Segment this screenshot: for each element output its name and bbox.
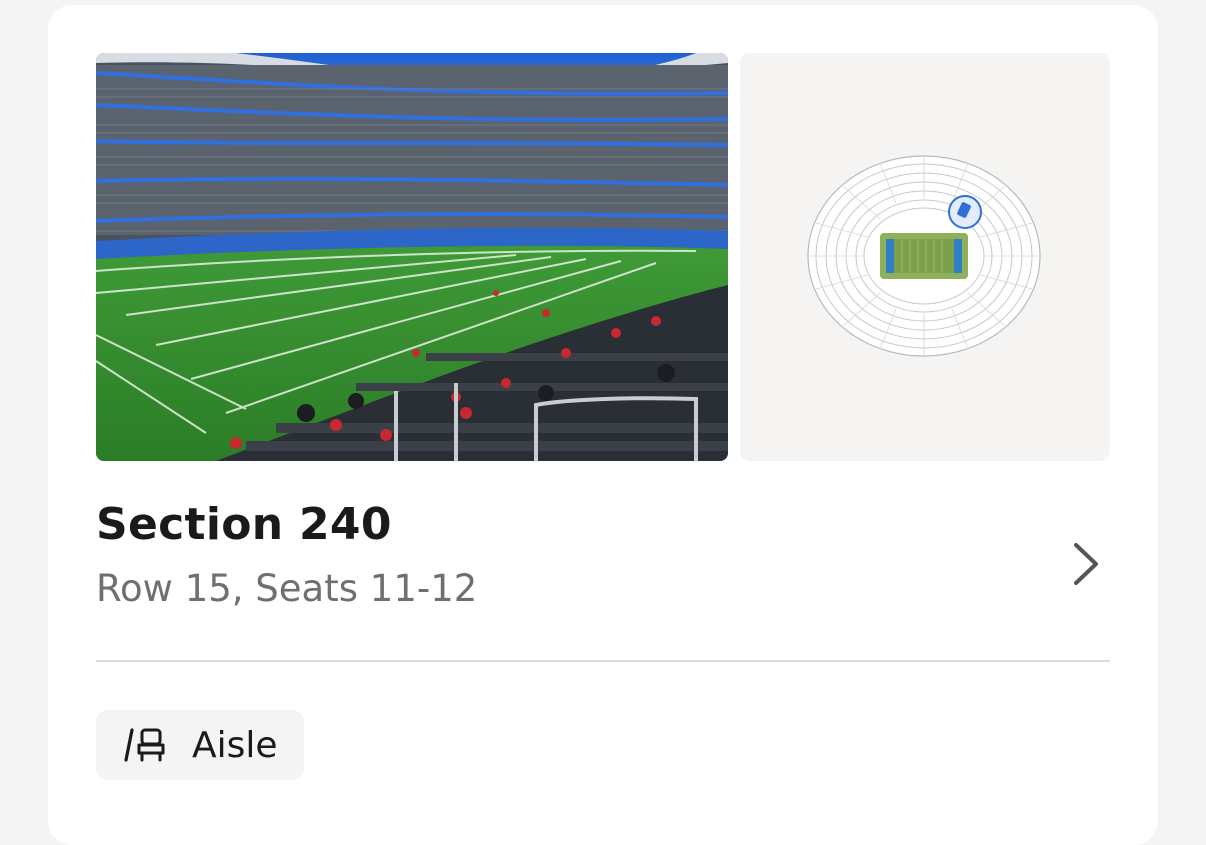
divider (96, 660, 1110, 662)
listing-info-row[interactable]: Section 240 Row 15, Seats 11-12 (96, 493, 1110, 633)
section-title: Section 240 (96, 499, 392, 550)
ticket-listing-card: Section 240 Row 15, Seats 11-12 Aisle (48, 5, 1158, 845)
aisle-label: Aisle (192, 724, 278, 766)
chevron-right-icon[interactable] (1070, 541, 1102, 587)
row-seats-detail: Row 15, Seats 11-12 (96, 567, 478, 610)
seat-map-image (807, 155, 1041, 357)
aisle-seat-icon (124, 728, 165, 762)
view-from-seat-photo[interactable] (96, 53, 728, 461)
stadium-view-image (96, 53, 728, 461)
view-media-row (96, 53, 1110, 461)
stadium-seat-map[interactable] (740, 53, 1110, 461)
aisle-feature-chip: Aisle (96, 710, 304, 780)
